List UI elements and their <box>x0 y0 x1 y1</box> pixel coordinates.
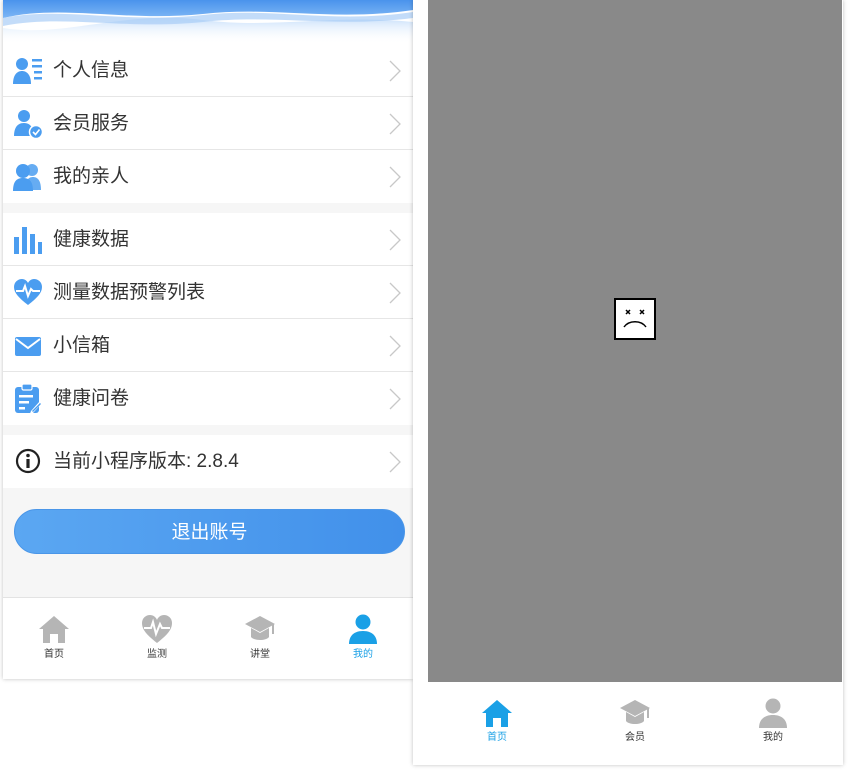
menu-item-label: 健康数据 <box>53 229 130 250</box>
tab-mine[interactable]: 我的 <box>704 682 842 765</box>
chevron-right-icon <box>389 282 401 304</box>
menu-item-label: 测量数据预警列表 <box>53 282 206 303</box>
account-menu-group: 个人信息 会员服务 我的亲人 <box>3 44 413 203</box>
menu-item-app-version[interactable]: 当前小程序版本: 2.8.4 <box>3 435 413 488</box>
version-menu-group: 当前小程序版本: 2.8.4 <box>3 435 413 488</box>
bottom-tab-bar: 首页 监测 讲堂 我的 <box>3 597 413 679</box>
menu-item-label: 会员服务 <box>53 113 130 134</box>
family-icon <box>13 164 41 191</box>
home-icon <box>39 616 69 643</box>
tab-home[interactable]: 首页 <box>428 682 566 765</box>
chevron-right-icon <box>389 335 401 357</box>
user-icon <box>759 698 787 728</box>
profile-screen: 个人信息 会员服务 我的亲人 健康数据 测量数据预警列表 小信箱 健康问卷 当前… <box>3 0 413 679</box>
tab-lecture[interactable]: 讲堂 <box>209 598 311 679</box>
home-icon <box>482 700 512 727</box>
heart-monitor-icon <box>142 615 172 643</box>
logout-button[interactable]: 退出账号 <box>14 509 405 554</box>
tab-home[interactable]: 首页 <box>3 598 105 679</box>
graduation-cap-icon <box>620 700 650 724</box>
id-card-icon <box>13 58 42 84</box>
menu-item-label: 个人信息 <box>53 60 130 81</box>
chevron-right-icon <box>389 229 401 251</box>
menu-item-my-family[interactable]: 我的亲人 <box>3 150 413 203</box>
menu-item-label: 健康问卷 <box>53 388 130 409</box>
health-menu-group: 健康数据 测量数据预警列表 小信箱 健康问卷 <box>3 213 413 425</box>
menu-item-label: 我的亲人 <box>53 166 130 187</box>
home-screen: 首页 会员 我的 <box>413 0 843 765</box>
menu-item-measurement-alerts[interactable]: 测量数据预警列表 <box>3 266 413 319</box>
heart-pulse-icon <box>14 279 42 305</box>
tab-mine[interactable]: 我的 <box>312 598 413 679</box>
tab-monitor[interactable]: 监测 <box>106 598 208 679</box>
info-icon <box>15 448 41 474</box>
tab-member[interactable]: 会员 <box>566 682 704 765</box>
chevron-right-icon <box>389 166 401 188</box>
header-wave-banner <box>3 0 413 44</box>
tab-label: 我的 <box>763 732 783 743</box>
menu-item-health-questionnaire[interactable]: 健康问卷 <box>3 372 413 425</box>
menu-item-mailbox[interactable]: 小信箱 <box>3 319 413 372</box>
tab-label: 我的 <box>353 649 373 660</box>
chevron-right-icon <box>389 60 401 82</box>
menu-item-health-data[interactable]: 健康数据 <box>3 213 413 266</box>
menu-item-member-service[interactable]: 会员服务 <box>3 97 413 150</box>
chevron-right-icon <box>389 388 401 410</box>
clipboard-icon <box>15 384 42 414</box>
app-version-label: 当前小程序版本: 2.8.4 <box>53 451 239 472</box>
tab-label: 讲堂 <box>250 649 270 660</box>
chevron-right-icon <box>389 113 401 135</box>
bottom-tab-bar: 首页 会员 我的 <box>428 682 842 765</box>
menu-item-personal-info[interactable]: 个人信息 <box>3 44 413 97</box>
content-placeholder <box>428 0 842 682</box>
member-icon <box>14 110 43 139</box>
broken-image-icon <box>614 298 656 340</box>
chevron-right-icon <box>389 451 401 473</box>
tab-label: 首页 <box>487 732 507 743</box>
graduation-cap-icon <box>245 616 275 640</box>
tab-label: 监测 <box>147 649 167 660</box>
mail-icon <box>15 337 41 356</box>
tab-label: 首页 <box>44 649 64 660</box>
menu-item-label: 小信箱 <box>53 335 111 356</box>
tab-label: 会员 <box>625 732 645 743</box>
bar-chart-icon <box>14 227 42 254</box>
user-icon <box>349 614 377 644</box>
